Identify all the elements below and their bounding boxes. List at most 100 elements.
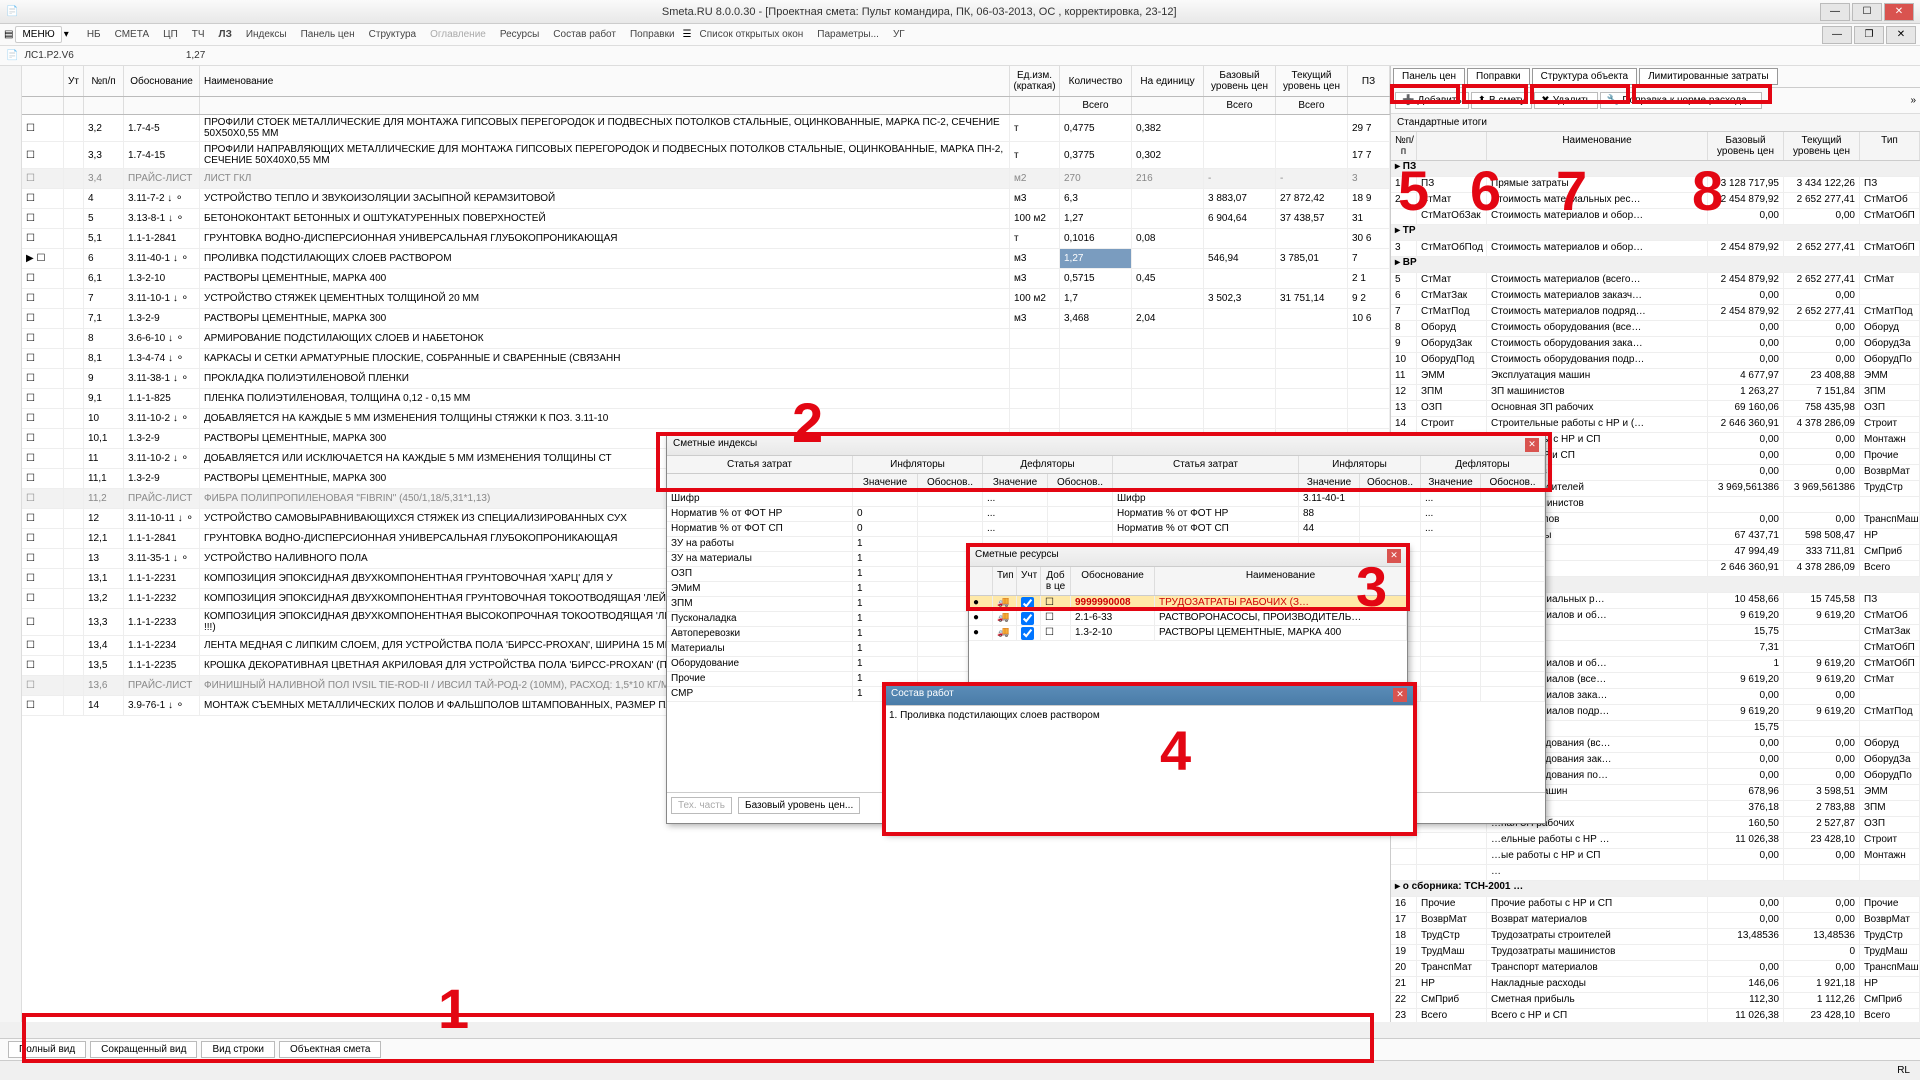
panel-works[interactable]: Состав работ ✕ 1. Проливка подстилающих …	[884, 684, 1414, 834]
p3-col-ob[interactable]: Обоснование	[1071, 567, 1155, 595]
base-level-button[interactable]: Базовый уровень цен...	[738, 797, 860, 814]
right-row[interactable]: 17ВозврМатВозврат материалов0,000,00Возв…	[1391, 913, 1920, 929]
row-checkbox[interactable]: ☐	[22, 289, 64, 308]
right-row[interactable]: 19ТрудМашТрудозатраты машинистов0ТрудМаш	[1391, 945, 1920, 961]
row-checkbox[interactable]: ☐	[22, 309, 64, 328]
right-row[interactable]: 5СтМатСтоимость материалов (всего…2 454 …	[1391, 273, 1920, 289]
grid-row[interactable]: ☐73.11-10-1 ↓ ⚬УСТРОЙСТВО СТЯЖЕК ЦЕМЕНТН…	[22, 289, 1390, 309]
p3-col-nm[interactable]: Наименование	[1155, 567, 1407, 595]
resource-checkbox[interactable]	[1021, 627, 1034, 640]
menu-price-panel[interactable]: Панель цен	[295, 27, 361, 42]
row-checkbox[interactable]: ☐	[22, 269, 64, 288]
menu-open-windows[interactable]: Список открытых окон	[694, 27, 810, 42]
right-row[interactable]: 11ЭММЭксплуатация машин4 677,9723 408,88…	[1391, 369, 1920, 385]
menu-tch[interactable]: ТЧ	[186, 27, 211, 42]
right-group-row[interactable]: ▸ ВР	[1391, 257, 1920, 273]
index-row[interactable]: Шифр...Шифр3.11-40-1...	[667, 492, 1545, 507]
tab-limited-costs[interactable]: Лимитированные затраты	[1639, 68, 1777, 85]
row-checkbox[interactable]: ☐	[22, 229, 64, 248]
menu-icon[interactable]: ▤	[4, 29, 13, 40]
resource-row[interactable]: ●🚚☐9999990008ТРУДОЗАТРАТЫ РАБОЧИХ (З…	[969, 596, 1407, 611]
panel-resources-body[interactable]: ●🚚☐9999990008ТРУДОЗАТРАТЫ РАБОЧИХ (З…●🚚☐…	[969, 596, 1407, 641]
rh-n[interactable]: №п/п	[1391, 132, 1417, 160]
maximize-button[interactable]: ☐	[1852, 3, 1882, 21]
right-group-row[interactable]: ▸ ПЗ	[1391, 161, 1920, 177]
right-row[interactable]: 6СтМатЗакСтоимость материалов заказч…0,0…	[1391, 289, 1920, 305]
grid-row[interactable]: ☐53.13-8-1 ↓ ⚬БЕТОНОКОНТАКТ БЕТОННЫХ И О…	[22, 209, 1390, 229]
row-checkbox[interactable]: ☐	[22, 115, 64, 141]
menu-structure[interactable]: Структура	[363, 27, 422, 42]
row-checkbox[interactable]: ☐	[22, 389, 64, 408]
menu-corrections[interactable]: Поправки	[624, 27, 681, 42]
right-row[interactable]: 13ОЗПОсновная ЗП рабочих69 160,06758 435…	[1391, 401, 1920, 417]
row-checkbox[interactable]: ☐	[22, 209, 64, 228]
right-row[interactable]: 22СмПрибСметная прибыль112,301 112,26СмП…	[1391, 993, 1920, 1009]
right-row[interactable]: 1ПЗПрямые затраты3 128 717,953 434 122,2…	[1391, 177, 1920, 193]
right-row[interactable]: …	[1391, 865, 1920, 881]
row-checkbox[interactable]: ☐	[22, 489, 64, 508]
index-row[interactable]: Норматив % от ФОТ НР0...Норматив % от ФО…	[667, 507, 1545, 522]
col-baz[interactable]: Базовый уровень цен	[1204, 66, 1276, 96]
add-button[interactable]: ➕Добавить	[1395, 92, 1469, 109]
grid-row[interactable]: ☐3,4ПРАЙС-ЛИСТЛИСТ ГКЛм2270216--3	[22, 169, 1390, 189]
col-naed[interactable]: На единицу	[1132, 66, 1204, 96]
menu-button[interactable]: МЕНЮ	[15, 26, 61, 43]
right-row[interactable]: …ельные работы с НР …11 026,3823 428,10С…	[1391, 833, 1920, 849]
grid-row[interactable]: ☐83.6-6-10 ↓ ⚬АРМИРОВАНИЕ ПОДСТИЛАЮЩИХ С…	[22, 329, 1390, 349]
row-checkbox[interactable]: ☐	[22, 549, 64, 568]
grid-row[interactable]: ▶ ☐63.11-40-1 ↓ ⚬ПРОЛИВКА ПОДСТИЛАЮЩИХ С…	[22, 249, 1390, 269]
tab-short-view[interactable]: Сокращенный вид	[90, 1041, 197, 1058]
menu-nb[interactable]: НБ	[81, 27, 107, 42]
tech-part-button[interactable]: Тех. часть	[671, 797, 732, 814]
rh-naim[interactable]: Наименование	[1487, 132, 1708, 160]
index-row[interactable]: Норматив % от ФОТ СП0...Норматив % от ФО…	[667, 522, 1545, 537]
right-group-row[interactable]: ▸ о сборника: ТСН-2001 …	[1391, 881, 1920, 897]
right-row[interactable]: 2СтМатСтоимость материальных рес…2 454 8…	[1391, 193, 1920, 209]
grid-row[interactable]: ☐5,11.1-1-2841ГРУНТОВКА ВОДНО-ДИСПЕРСИОН…	[22, 229, 1390, 249]
resource-checkbox[interactable]	[1021, 612, 1034, 625]
panel-indexes-close[interactable]: ✕	[1525, 438, 1539, 452]
col-ed[interactable]: Ед.изм. (краткая)	[1010, 66, 1060, 96]
grid-row[interactable]: ☐8,11.3-4-74 ↓ ⚬КАРКАСЫ И СЕТКИ АРМАТУРН…	[22, 349, 1390, 369]
right-row[interactable]: 21НРНакладные расходы146,061 921,18НР	[1391, 977, 1920, 993]
row-checkbox[interactable]: ☐	[22, 369, 64, 388]
menu-toc[interactable]: Оглавление	[424, 27, 492, 42]
p2-col-stat[interactable]: Статья затрат	[667, 456, 853, 473]
grid-row[interactable]: ☐3,21.7-4-5ПРОФИЛИ СТОЕК МЕТАЛЛИЧЕСКИЕ Д…	[22, 115, 1390, 142]
right-row[interactable]: 8ОборудСтоимость оборудования (все…0,000…	[1391, 321, 1920, 337]
minimize-button[interactable]: —	[1820, 3, 1850, 21]
right-row[interactable]: СтМатОбЗакСтоимость материалов и обор…0,…	[1391, 209, 1920, 225]
grid-row[interactable]: ☐6,11.3-2-10РАСТВОРЫ ЦЕМЕНТНЫЕ, МАРКА 40…	[22, 269, 1390, 289]
row-checkbox[interactable]: ☐	[22, 609, 64, 635]
grid-row[interactable]: ☐93.11-38-1 ↓ ⚬ПРОКЛАДКА ПОЛИЭТИЛЕНОВОЙ …	[22, 369, 1390, 389]
tab-corrections[interactable]: Поправки	[1467, 68, 1530, 85]
grid-row[interactable]: ☐7,11.3-2-9РАСТВОРЫ ЦЕМЕНТНЫЕ, МАРКА 300…	[22, 309, 1390, 329]
resource-row[interactable]: ●🚚☐1.3-2-10РАСТВОРЫ ЦЕМЕНТНЫЕ, МАРКА 400	[969, 626, 1407, 641]
row-checkbox[interactable]: ☐	[22, 529, 64, 548]
insert-button[interactable]: ⬆В смету	[1471, 92, 1533, 109]
right-row[interactable]: 12ЗПМЗП машинистов1 263,277 151,84ЗПМ	[1391, 385, 1920, 401]
col-npp[interactable]: №п/п	[84, 66, 124, 96]
resource-row[interactable]: ●🚚☐2.1-6-33РАСТВОРОНАСОСЫ, ПРОИЗВОДИТЕЛЬ…	[969, 611, 1407, 626]
grid-row[interactable]: ☐43.11-7-2 ↓ ⚬УСТРОЙСТВО ТЕПЛО И ЗВУКОИЗ…	[22, 189, 1390, 209]
panel-works-close[interactable]: ✕	[1393, 688, 1407, 702]
child-restore-button[interactable]: ❐	[1854, 26, 1884, 44]
right-row[interactable]: 14СтроитСтроительные работы с НР и (…2 6…	[1391, 417, 1920, 433]
panel-resources[interactable]: Сметные ресурсы ✕ Тип Учт Доб в це Обосн…	[968, 545, 1408, 685]
right-row[interactable]: 3СтМатОбПодСтоимость материалов и обор…2…	[1391, 241, 1920, 257]
row-checkbox[interactable]: ☐	[22, 189, 64, 208]
row-checkbox[interactable]: ☐	[22, 636, 64, 655]
col-obosn[interactable]: Обоснование	[124, 66, 200, 96]
col-tek[interactable]: Текущий уровень цен	[1276, 66, 1348, 96]
grid-row[interactable]: ☐3,31.7-4-15ПРОФИЛИ НАПРАВЛЯЮЩИХ МЕТАЛЛИ…	[22, 142, 1390, 169]
norm-correction-button[interactable]: 🔧Поправка к норме расхода...	[1600, 92, 1762, 109]
p2-col-inf2[interactable]: Инфляторы	[1299, 456, 1421, 473]
row-checkbox[interactable]: ☐	[22, 696, 64, 715]
row-checkbox[interactable]: ☐	[22, 449, 64, 468]
p2-col-inf[interactable]: Инфляторы	[853, 456, 983, 473]
row-checkbox[interactable]: ☐	[22, 656, 64, 675]
right-row[interactable]: 10ОборудПодСтоимость оборудования подр…0…	[1391, 353, 1920, 369]
col-pz[interactable]: ПЗ	[1348, 66, 1390, 96]
child-minimize-button[interactable]: —	[1822, 26, 1852, 44]
row-checkbox[interactable]: ☐	[22, 589, 64, 608]
